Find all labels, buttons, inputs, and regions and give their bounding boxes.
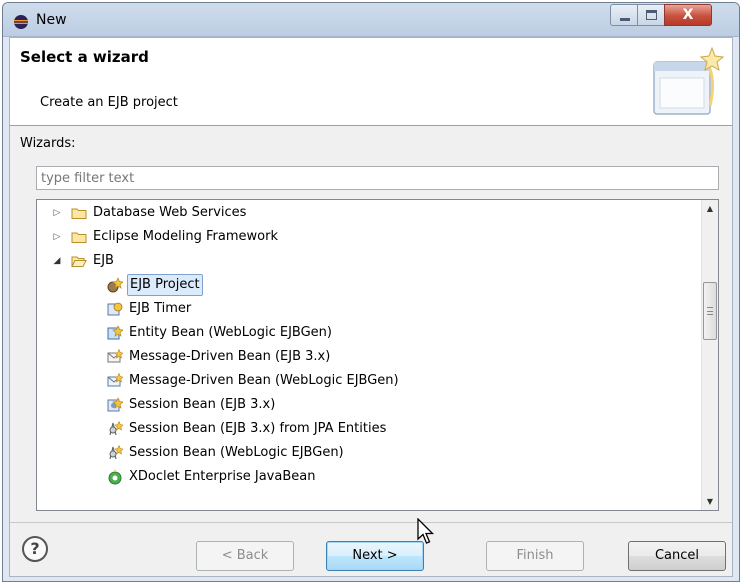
session-bean-jpa-icon xyxy=(109,445,123,460)
header-title: Select a wizard xyxy=(20,48,149,66)
tree-item-label: EJB Timer xyxy=(129,301,192,316)
xdoclet-icon xyxy=(108,469,122,485)
close-button[interactable]: X xyxy=(664,4,712,26)
tree-item-session-bean-weblogic[interactable]: Session Bean (WebLogic EJBGen) xyxy=(37,441,697,465)
tree-item-label: Message-Driven Bean (WebLogic EJBGen) xyxy=(129,373,399,388)
close-icon: X xyxy=(682,7,694,23)
session-bean-jpa-icon xyxy=(109,421,123,436)
maximize-button[interactable] xyxy=(637,4,665,26)
tree-item-label: Message-Driven Bean (EJB 3.x) xyxy=(129,349,331,364)
mouse-pointer-icon xyxy=(417,518,435,544)
tree-item-eclipse-modeling-framework[interactable]: ▷ Eclipse Modeling Framework xyxy=(37,225,697,249)
scrollbar-thumb[interactable] xyxy=(703,282,717,340)
tree-item-ejb-project[interactable]: EJB Project xyxy=(37,273,697,297)
tree-item-session-bean-ejb3[interactable]: Session Bean (EJB 3.x) xyxy=(37,393,697,417)
folder-open-icon xyxy=(71,256,87,267)
dialog-body: Select a wizard Create an EJB project Wi… xyxy=(9,37,733,577)
tree-item-label: XDoclet Enterprise JavaBean xyxy=(129,469,316,484)
tree-item-label: Session Bean (EJB 3.x) xyxy=(129,397,276,412)
header-description: Create an EJB project xyxy=(40,95,178,110)
tree-item-session-bean-jpa[interactable]: Session Bean (EJB 3.x) from JPA Entities xyxy=(37,417,697,441)
finish-button[interactable]: Finish xyxy=(486,541,584,571)
title-bar[interactable]: New X xyxy=(3,3,739,37)
cancel-button[interactable]: Cancel xyxy=(628,541,726,571)
tree-item-ejb[interactable]: ◢ EJB xyxy=(37,249,697,273)
scroll-up-arrow-icon[interactable]: ▲ xyxy=(702,200,718,217)
next-button[interactable]: Next > xyxy=(326,541,424,571)
tree-item-label: Session Bean (WebLogic EJBGen) xyxy=(129,445,344,460)
grip-icon xyxy=(707,307,713,315)
message-bean-icon xyxy=(107,373,123,387)
tree-item-message-driven-bean-weblogic[interactable]: Message-Driven Bean (WebLogic EJBGen) xyxy=(37,369,697,393)
new-wizard-dialog: New X Select a wizard Create an EJB proj… xyxy=(2,2,740,582)
tree-item-label: EJB xyxy=(93,253,114,268)
tree-item-label: EJB Project xyxy=(127,274,203,296)
tree-scrollbar[interactable]: ▲ ▼ xyxy=(701,200,718,510)
back-button[interactable]: < Back xyxy=(196,541,294,571)
tree-item-xdoclet-enterprise-javabean[interactable]: XDoclet Enterprise JavaBean xyxy=(37,465,697,489)
wizard-tree[interactable]: ▷ Database Web Services ▷ Eclipse Modeli… xyxy=(36,199,719,511)
folder-icon xyxy=(71,232,87,243)
entity-bean-icon xyxy=(107,325,123,340)
tree-item-ejb-timer[interactable]: EJB Timer xyxy=(37,297,697,321)
tree-item-label: Eclipse Modeling Framework xyxy=(93,229,278,244)
wizard-banner-icon xyxy=(653,46,724,115)
expand-arrow-icon[interactable]: ▷ xyxy=(51,225,63,249)
tree-item-label: Entity Bean (WebLogic EJBGen) xyxy=(129,325,332,340)
expand-arrow-icon[interactable]: ▷ xyxy=(51,201,63,225)
help-button[interactable]: ? xyxy=(22,536,48,562)
ejb-project-icon xyxy=(107,277,123,293)
filter-input[interactable] xyxy=(36,166,719,190)
tree-item-database-web-services[interactable]: ▷ Database Web Services xyxy=(37,201,697,225)
wizards-label: Wizards: xyxy=(20,136,76,151)
tree-item-entity-bean-weblogic[interactable]: Entity Bean (WebLogic EJBGen) xyxy=(37,321,697,345)
tree-item-message-driven-bean-ejb3[interactable]: Message-Driven Bean (EJB 3.x) xyxy=(37,345,697,369)
maximize-icon xyxy=(646,10,657,20)
minimize-button[interactable] xyxy=(610,4,638,26)
tree-item-label: Database Web Services xyxy=(93,205,247,220)
eclipse-icon xyxy=(14,15,28,29)
tree-item-label: Session Bean (EJB 3.x) from JPA Entities xyxy=(129,421,387,436)
footer-separator xyxy=(10,522,732,523)
scroll-down-arrow-icon[interactable]: ▼ xyxy=(702,493,718,510)
collapse-arrow-icon[interactable]: ◢ xyxy=(51,249,63,273)
ejb-timer-icon xyxy=(107,302,123,316)
minimize-icon xyxy=(620,18,630,21)
wizard-header: Select a wizard Create an EJB project xyxy=(10,38,732,126)
folder-icon xyxy=(71,208,87,219)
message-bean-icon xyxy=(107,349,123,363)
session-bean-icon xyxy=(107,397,123,412)
window-title: New xyxy=(36,12,67,28)
